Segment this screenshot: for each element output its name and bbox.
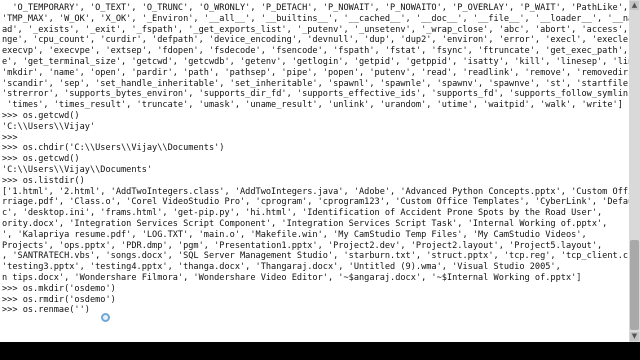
console-line: ['1.html', '2.html', 'AddTwoIntegers.cla… (2, 186, 629, 197)
scroll-down-arrow-icon[interactable]: ▼ (630, 332, 639, 341)
mouse-cursor-highlight (101, 313, 110, 322)
console-line: 'scandir', 'sep', 'set_handle_inheritabl… (2, 78, 629, 89)
console-line: execvp', 'execvpe', 'extsep', 'fdopen', … (2, 46, 629, 57)
console-line: 'C:\\Users\\Vijay\\Documents' (2, 164, 153, 175)
console-line: 'C:\\Users\\Vijay' (2, 121, 96, 132)
vertical-scrollbar[interactable]: ▲ ▼ (629, 0, 640, 342)
console-line: >>> os.renmae('') (2, 305, 90, 316)
console-line: rriage.pdf', 'Class.o', 'Corel VideoStud… (2, 197, 629, 208)
bottom-black-bar (0, 342, 640, 360)
console-line: >>> os.listdir() (2, 175, 85, 186)
console-line: >>> os.mkdir('osdemo') (2, 283, 116, 294)
console-line: >>> os.chdir('C:\\Users\\Vijay\\Document… (2, 143, 225, 154)
console-line: >>> os.getcwd() (2, 154, 80, 165)
console-line: ad', '_exists', '_exit', '_fspath', '_ge… (2, 24, 629, 35)
console-line: ority.docx', 'Integration Services Scrip… (2, 218, 608, 229)
console-output[interactable]: 'O_TEMPORARY', 'O_TEXT', 'O_TRUNC', 'O_W… (2, 3, 629, 338)
console-line: 'mkdir', 'name', 'open', 'pardir', 'path… (2, 67, 629, 78)
python-shell-window[interactable]: 'O_TEMPORARY', 'O_TEXT', 'O_TRUNC', 'O_W… (0, 0, 629, 342)
console-line: >>> (2, 132, 18, 143)
console-line: Projects', 'ops.pptx', 'PDR.dmp', 'pgm',… (2, 240, 603, 251)
console-line: , 'SANTRATECH.vbs', 'songs.docx', 'SQL S… (2, 251, 629, 262)
console-line: >>> os.rmdir('osdemo') (2, 294, 116, 305)
console-line: n tips.docx', 'Wondershare Filmora', 'Wo… (2, 272, 582, 283)
console-line: 'TMP_MAX', 'W_OK', 'X_OK', '_Environ', '… (2, 13, 629, 24)
console-line: >>> os.getcwd() (2, 110, 80, 121)
scroll-up-arrow-icon[interactable]: ▲ (630, 1, 639, 10)
console-line: nge', 'cpu_count', 'curdir', 'defpath', … (2, 35, 629, 46)
console-line: 'times', 'times_result', 'truncate', 'um… (2, 100, 623, 111)
console-line: e', 'get_terminal_size', 'getcwd', 'getc… (2, 56, 629, 67)
console-line: 'O_TEMPORARY', 'O_TEXT', 'O_TRUNC', 'O_W… (12, 3, 629, 13)
console-line: 'strerror', 'supports_bytes_environ', 's… (2, 89, 629, 100)
console-line: c', 'desktop.ini', 'frams.html', 'get-pi… (2, 208, 603, 219)
console-line: 'testing3.pptx', 'testing4.pptx', 'thang… (2, 262, 561, 273)
scrollbar-thumb[interactable] (630, 240, 639, 330)
console-line: ', 'Kalapriya resume.pdf', 'LOG.TXT', 'm… (2, 229, 587, 240)
